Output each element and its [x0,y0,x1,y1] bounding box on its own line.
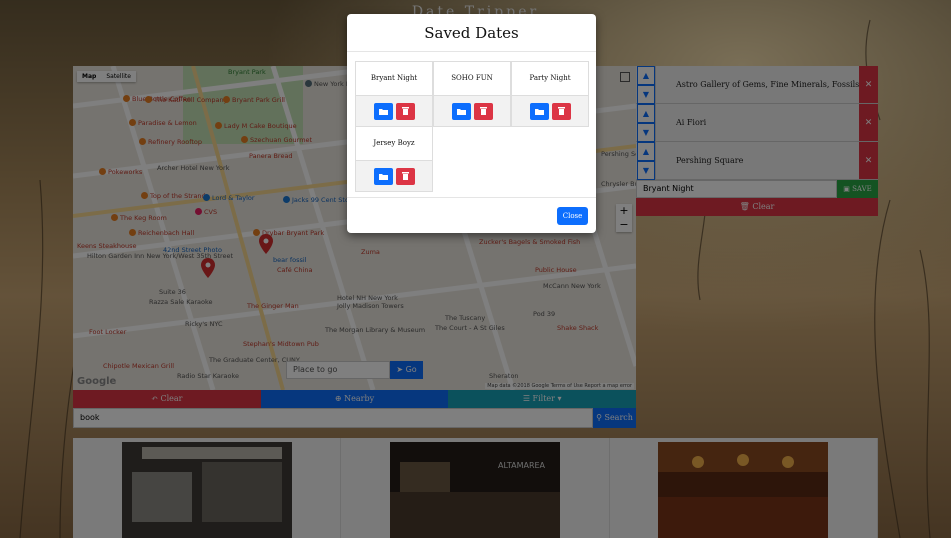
open-date-button[interactable] [373,102,393,120]
trash-icon [401,172,409,180]
saved-date-name: Jersey Boyz [373,139,415,147]
saved-date-name: Bryant Night [370,74,418,82]
saved-date-card: Party Night [511,61,589,127]
open-date-button[interactable] [529,102,549,120]
open-date-button[interactable] [373,167,393,185]
open-date-button[interactable] [451,102,471,120]
folder-open-icon [378,108,388,115]
saved-date-card: Jersey Boyz [355,126,433,192]
trash-icon [401,107,409,115]
saved-dates-modal: Saved Dates Bryant Night SOHO FUN Party … [347,14,596,233]
folder-open-icon [378,173,388,180]
saved-date-name: Party Night [529,74,571,82]
delete-date-button[interactable] [551,102,571,120]
trash-icon [557,107,565,115]
modal-title: Saved Dates [347,14,596,52]
folder-open-icon [534,108,544,115]
trash-icon [479,107,487,115]
folder-open-icon [456,108,466,115]
close-button[interactable]: Close [557,207,588,225]
delete-date-button[interactable] [473,102,493,120]
saved-date-card: SOHO FUN [433,61,511,127]
saved-date-name: SOHO FUN [451,74,493,82]
saved-date-card: Bryant Night [355,61,433,127]
saved-dates-grid: Bryant Night SOHO FUN Party Night Jersey… [347,52,596,198]
delete-date-button[interactable] [395,167,415,185]
delete-date-button[interactable] [395,102,415,120]
